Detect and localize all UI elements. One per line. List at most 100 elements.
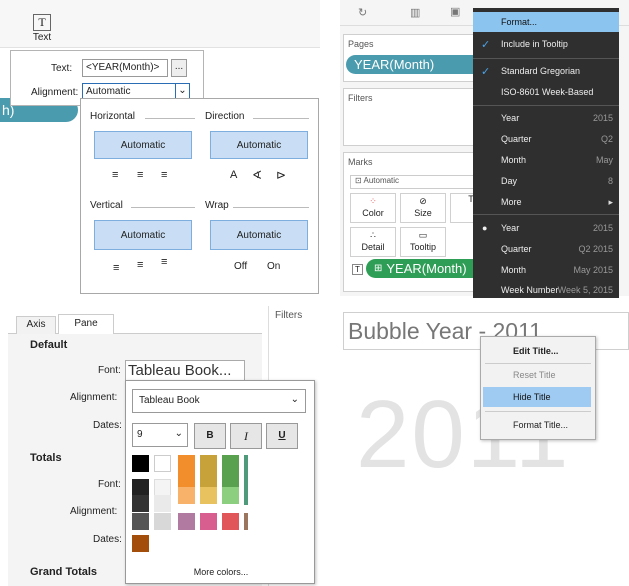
text-mark-icon: T	[352, 264, 363, 275]
menu-reset-title[interactable]: Reset Title	[483, 365, 591, 385]
menu-year[interactable]: Year 2015	[473, 108, 619, 128]
wrap-on-option[interactable]: On	[267, 261, 280, 272]
swatch-gray[interactable]	[132, 513, 149, 530]
direction-right-icon[interactable]: ⊳	[276, 168, 286, 182]
menu-separator	[485, 411, 591, 412]
menu-day[interactable]: Day 8	[473, 171, 619, 191]
swatch-gold-light[interactable]	[200, 487, 217, 504]
pill-context-menu: Format... ✓ Include in Tooltip ✓ Standar…	[473, 8, 619, 298]
divider	[253, 118, 309, 119]
swatch-light-1[interactable]	[154, 479, 171, 496]
color-button[interactable]: ⁘ Color	[350, 193, 396, 223]
wrap-off-option[interactable]: Off	[234, 261, 247, 272]
valign-middle-icon[interactable]: ≡	[137, 259, 143, 271]
direction-up-icon[interactable]: A	[230, 169, 237, 181]
pages-shelf: Pages YEAR(Month)	[343, 34, 493, 82]
alignment-popup: Horizontal Direction Automatic Automatic…	[80, 98, 319, 294]
swatch-rose[interactable]	[200, 513, 217, 530]
direction-left-icon[interactable]: ∢	[252, 168, 262, 182]
menu-month-continuous[interactable]: Month May 2015	[473, 260, 619, 280]
text-tool-button[interactable]: T Text	[27, 8, 57, 46]
redo-icon[interactable]: ↻	[358, 6, 367, 19]
color-icon: ⁘	[369, 196, 377, 206]
menu-more[interactable]: More ▸	[473, 192, 619, 212]
menu-iso-week[interactable]: ISO-8601 Week-Based	[473, 82, 619, 102]
menu-format[interactable]: Format...	[473, 12, 619, 32]
align-right-icon[interactable]: ≡	[161, 169, 167, 181]
menu-edit-title[interactable]: Edit Title...	[483, 341, 591, 361]
vertical-automatic-button[interactable]: Automatic	[94, 220, 192, 250]
underline-button[interactable]: U	[266, 423, 298, 449]
valign-top-icon[interactable]: ≡	[161, 256, 167, 268]
filters-shelf: Filters	[343, 88, 493, 146]
swatch-light-3[interactable]	[154, 513, 171, 530]
tooltip-button[interactable]: ▭ Tooltip	[400, 227, 446, 257]
mark-type-dropdown[interactable]: ⊡ Automatic	[350, 175, 490, 189]
swatch-red[interactable]	[222, 513, 239, 530]
menu-week-number[interactable]: Week Number Week 5, 2015	[473, 280, 619, 300]
text-mark-panel: T Text h) Text: <YEAR(Month)> ... Alignm…	[0, 0, 320, 296]
divider	[233, 207, 309, 208]
chart-icon[interactable]: ▥	[410, 6, 420, 19]
swatch-purple[interactable]	[178, 513, 195, 530]
size-icon: ⊘	[419, 196, 427, 206]
detail-button[interactable]: ∴ Detail	[350, 227, 396, 257]
pages-pill[interactable]: YEAR(Month)	[346, 55, 492, 74]
title-context-area: Bubble Year - 2011 2011 Edit Title... Re…	[340, 306, 629, 586]
horizontal-automatic-button[interactable]: Automatic	[94, 131, 192, 159]
menu-standard-gregorian[interactable]: ✓ Standard Gregorian	[473, 61, 619, 81]
chevron-down-icon: ⌄	[290, 394, 299, 405]
swatch-teal-strip[interactable]	[244, 455, 248, 505]
check-icon: ✓	[481, 65, 491, 78]
font-popup: Tableau Book ⌄ 9 ⌄ B I U More colors...	[125, 380, 315, 584]
italic-button[interactable]: I	[230, 423, 262, 449]
submenu-arrow-icon: ▸	[608, 196, 613, 207]
swatch-black-2[interactable]	[132, 479, 149, 496]
menu-month[interactable]: Month May	[473, 150, 619, 170]
text-field[interactable]: <YEAR(Month)>	[82, 59, 168, 77]
swatch-dark-gray[interactable]	[132, 495, 149, 512]
tooltip-icon: ▭	[418, 230, 428, 240]
swatch-black[interactable]	[132, 455, 149, 472]
detail-icon: ∴	[370, 230, 376, 240]
divider	[131, 207, 195, 208]
format-pane: Axis Pane Filters Default Font: Tableau …	[0, 306, 320, 586]
menu-include-tooltip[interactable]: ✓ Include in Tooltip	[473, 34, 619, 54]
divider	[145, 118, 195, 119]
swatch-orange-light[interactable]	[178, 487, 195, 504]
menu-separator	[473, 214, 619, 215]
menu-quarter-continuous[interactable]: Quarter Q2 2015	[473, 239, 619, 259]
font-field[interactable]: Tableau Book...	[125, 360, 245, 382]
more-button[interactable]: ...	[171, 59, 187, 77]
marks-card: Marks ⊡ Automatic ⁘ Color ⊘ Size T ∴ Det…	[343, 152, 494, 292]
size-button[interactable]: ⊘ Size	[400, 193, 446, 223]
wrap-automatic-button[interactable]: Automatic	[210, 220, 308, 250]
menu-format-title[interactable]: Format Title...	[483, 415, 591, 435]
tab-axis[interactable]: Axis	[16, 316, 56, 334]
title-context-menu: Edit Title... Reset Title Hide Title For…	[480, 336, 596, 440]
swatch-brown[interactable]	[132, 535, 149, 552]
chevron-down-icon: ⌄	[174, 428, 183, 439]
marks-card-panel: ↻ ▥ ▣ Pages YEAR(Month) Filters Marks ⊡ …	[340, 0, 629, 298]
menu-quarter[interactable]: Quarter Q2	[473, 129, 619, 149]
align-left-icon[interactable]: ≡	[112, 169, 118, 181]
font-size-select[interactable]: 9 ⌄	[132, 423, 188, 447]
swatch-green-light[interactable]	[222, 487, 239, 504]
menu-separator	[485, 363, 591, 364]
direction-automatic-button[interactable]: Automatic	[210, 131, 308, 159]
valign-bottom-icon[interactable]: ≡	[113, 262, 119, 274]
swatch-light-2[interactable]	[154, 495, 171, 512]
expand-icon: ⊞	[374, 263, 383, 274]
menu-hide-title[interactable]: Hide Title	[483, 387, 591, 407]
sheet-icon[interactable]: ▣	[450, 5, 460, 18]
align-center-icon[interactable]: ≡	[137, 169, 143, 181]
swatch-white[interactable]	[154, 455, 171, 472]
swatch-brown-strip[interactable]	[244, 513, 248, 530]
tab-pane[interactable]: Pane	[58, 314, 114, 335]
more-colors-link[interactable]: More colors...	[126, 567, 316, 577]
menu-year-continuous[interactable]: ● Year 2015	[473, 218, 619, 238]
menu-separator	[473, 105, 619, 106]
text-icon: T	[33, 14, 51, 31]
font-family-select[interactable]: Tableau Book ⌄	[132, 389, 306, 413]
bold-button[interactable]: B	[194, 423, 226, 449]
